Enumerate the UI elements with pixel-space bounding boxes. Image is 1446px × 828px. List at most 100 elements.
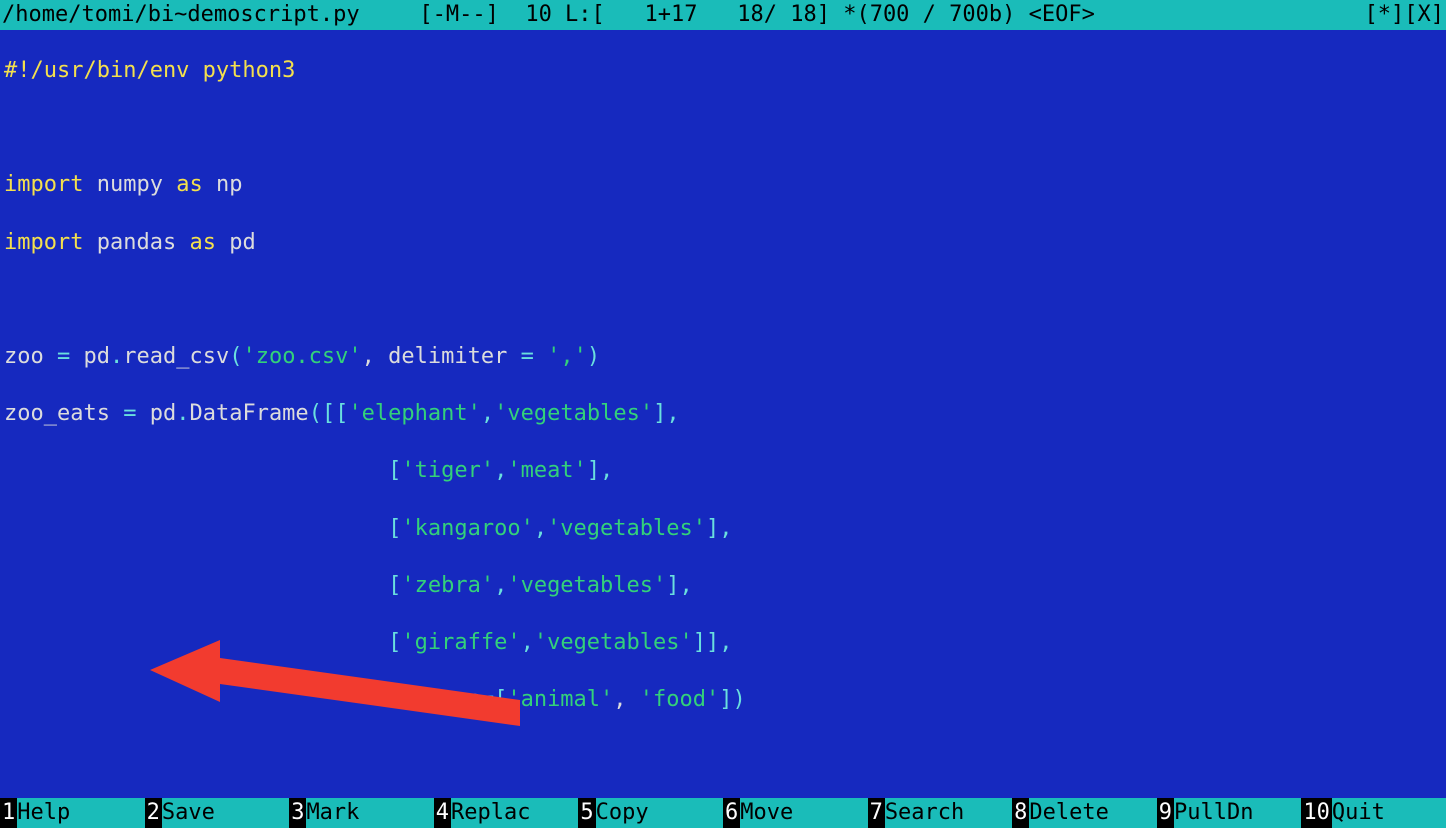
header-flags: [*][X]: [1365, 4, 1444, 26]
indent: [4, 687, 388, 712]
code-line: columns=['animal', 'food']): [4, 689, 1442, 724]
string: 'meat': [507, 458, 586, 483]
fkey-delete[interactable]: 8Delete: [1012, 798, 1157, 828]
bracket-open: [: [388, 516, 401, 541]
space: [534, 344, 547, 369]
identifier: DataFrame: [189, 401, 308, 426]
string: 'animal': [507, 687, 613, 712]
fkey-label: Delete: [1029, 802, 1110, 824]
keyword: import: [4, 230, 83, 255]
fkey-number: 10: [1301, 798, 1332, 828]
fkey-help[interactable]: 1Help: [0, 798, 145, 828]
string: 'vegetables': [547, 516, 706, 541]
fkey-number: 6: [723, 798, 740, 828]
fkey-number: 2: [145, 798, 162, 828]
fkey-label: Mark: [306, 802, 361, 824]
string: 'tiger': [401, 458, 494, 483]
string: ',': [547, 344, 587, 369]
keyword: import: [4, 172, 83, 197]
shebang: #!/usr/bin/env python3: [4, 58, 295, 83]
fkey-number: 7: [868, 798, 885, 828]
fkey-search[interactable]: 7Search: [868, 798, 1013, 828]
code-line: ['kangaroo','vegetables'],: [4, 518, 1442, 553]
mcedit-screen: /home/tomi/bi~demoscript.py [-M--] 10 L:…: [0, 0, 1446, 828]
string: 'zoo.csv': [242, 344, 361, 369]
identifier: zoo: [4, 344, 57, 369]
indent: [4, 516, 388, 541]
bracket-close: ],: [587, 458, 614, 483]
code-line: import numpy as np: [4, 174, 1442, 209]
operator: =: [521, 344, 534, 369]
fkey-pulldn[interactable]: 9PullDn: [1157, 798, 1302, 828]
identifier: read_csv: [123, 344, 229, 369]
dot: .: [110, 344, 123, 369]
identifier: np: [203, 172, 243, 197]
fkey-label: Search: [885, 802, 966, 824]
identifier: numpy: [83, 172, 176, 197]
fkey-label: Replac: [451, 802, 532, 824]
comma: ,: [613, 687, 640, 712]
operator: =[: [481, 687, 508, 712]
bracket-close: ]],: [693, 630, 733, 655]
indent: [4, 630, 388, 655]
string: 'zebra': [401, 573, 494, 598]
paren-open: (: [229, 344, 242, 369]
fkey-number: 4: [434, 798, 451, 828]
fkey-number: 1: [0, 798, 17, 828]
code-line: [4, 746, 1442, 781]
fkey-replac[interactable]: 4Replac: [434, 798, 579, 828]
fkey-label: Move: [740, 802, 795, 824]
fkey-label: Save: [162, 802, 217, 824]
bracket-close: ],: [666, 573, 693, 598]
comma: ,: [521, 630, 534, 655]
code-line: zoo_eats = pd.DataFrame([['elephant','ve…: [4, 403, 1442, 438]
code-line: ['giraffe','vegetables']],: [4, 632, 1442, 667]
fkey-label: Help: [17, 802, 72, 824]
code-line: ['zebra','vegetables'],: [4, 575, 1442, 610]
header-file-path: /home/tomi/bi~demoscript.py: [2, 4, 360, 26]
fkey-label: PullDn: [1174, 802, 1255, 824]
editor-text-area[interactable]: #!/usr/bin/env python3 import numpy as n…: [0, 30, 1446, 798]
identifier: pandas: [83, 230, 189, 255]
keyword: as: [176, 172, 203, 197]
paren-close: ): [587, 344, 600, 369]
bracket-open: [: [388, 630, 401, 655]
bracket-close: ]): [719, 687, 746, 712]
string: 'food': [640, 687, 719, 712]
string: 'vegetables': [507, 573, 666, 598]
fkey-number: 9: [1157, 798, 1174, 828]
comma: ,: [534, 516, 547, 541]
code-line: [4, 117, 1442, 152]
string: 'elephant': [348, 401, 480, 426]
bracket-open: ([[: [309, 401, 349, 426]
fkey-save[interactable]: 2Save: [145, 798, 290, 828]
string: 'kangaroo': [401, 516, 533, 541]
identifier: columns: [388, 687, 481, 712]
string: 'giraffe': [401, 630, 520, 655]
identifier: , delimiter: [362, 344, 521, 369]
bracket-open: [: [388, 458, 401, 483]
operator: =: [57, 344, 70, 369]
fkey-move[interactable]: 6Move: [723, 798, 868, 828]
code-line: ['tiger','meat'],: [4, 460, 1442, 495]
editor-header-bar: /home/tomi/bi~demoscript.py [-M--] 10 L:…: [0, 0, 1446, 30]
bracket-close: ],: [653, 401, 680, 426]
fkey-number: 5: [578, 798, 595, 828]
fkey-label: Quit: [1332, 802, 1387, 824]
fkey-label: Copy: [596, 802, 651, 824]
operator: =: [123, 401, 136, 426]
comma: ,: [494, 458, 507, 483]
identifier: zoo_eats: [4, 401, 123, 426]
code-line: [4, 289, 1442, 324]
fkey-mark[interactable]: 3Mark: [289, 798, 434, 828]
fkey-number: 3: [289, 798, 306, 828]
comma: ,: [481, 401, 494, 426]
fkey-quit[interactable]: 10Quit: [1301, 798, 1446, 828]
fkey-copy[interactable]: 5Copy: [578, 798, 723, 828]
bracket-open: [: [388, 573, 401, 598]
string: 'vegetables': [494, 401, 653, 426]
header-status: [-M--] 10 L:[ 1+17 18/ 18] *(700 / 700b)…: [360, 4, 1365, 26]
identifier: pd: [216, 230, 256, 255]
identifier: pd: [136, 401, 176, 426]
code-line: import pandas as pd: [4, 232, 1442, 267]
